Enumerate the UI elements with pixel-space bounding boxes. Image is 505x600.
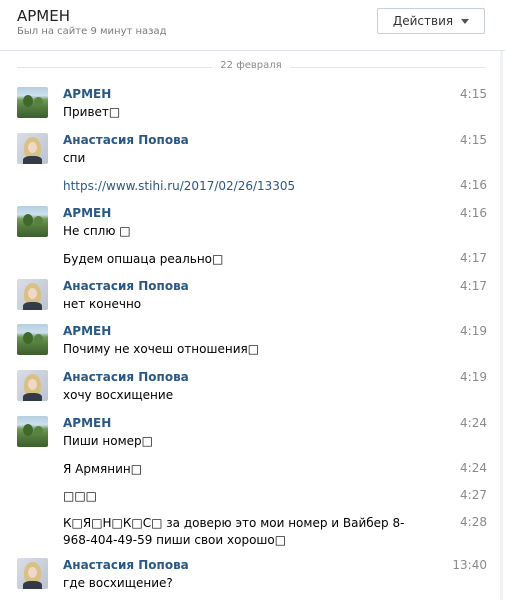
message-text: хочу восхищение: [63, 388, 174, 402]
chat-window: АРМЕН Был на сайте 9 минут назад Действи…: [0, 0, 505, 600]
message-author[interactable]: АРМЕН: [63, 416, 111, 430]
avatar[interactable]: [17, 133, 48, 164]
message-text: спи: [63, 151, 86, 165]
message-time[interactable]: 4:28: [460, 515, 487, 529]
message-author[interactable]: АРМЕН: [63, 206, 111, 220]
chat-header: АРМЕН Был на сайте 9 минут назад Действи…: [0, 0, 505, 50]
message-link[interactable]: https://www.stihi.ru/2017/02/26/13305: [63, 178, 443, 195]
avatar[interactable]: [17, 87, 48, 118]
chevron-down-icon: [461, 18, 470, 24]
message-author[interactable]: Анастасия Попова: [63, 370, 189, 384]
message-author[interactable]: Анастасия Попова: [63, 279, 189, 293]
message-time[interactable]: 4:19: [460, 370, 487, 384]
message-text: нет конечно: [63, 297, 142, 311]
separator-line: [17, 67, 212, 68]
avatar[interactable]: [17, 558, 48, 589]
message-time[interactable]: 4:19: [460, 324, 487, 338]
message-time[interactable]: 4:15: [460, 87, 487, 101]
message-text: Я Армянин□: [63, 462, 143, 476]
message-author[interactable]: Анастасия Попова: [63, 558, 189, 572]
last-seen-status: Был на сайте 9 минут назад: [17, 26, 167, 37]
separator-line: [290, 67, 485, 68]
message-time[interactable]: 4:15: [460, 133, 487, 147]
message-time[interactable]: 4:16: [460, 178, 487, 192]
avatar[interactable]: [17, 370, 48, 401]
message-time[interactable]: 4:16: [460, 206, 487, 220]
avatar[interactable]: [17, 416, 48, 447]
date-label: 22 февраля: [220, 60, 282, 71]
message-text: Не сплю □: [63, 224, 131, 238]
avatar[interactable]: [17, 206, 48, 237]
message-time[interactable]: 4:24: [460, 416, 487, 430]
message-text: Почиму не хочеш отношения□: [63, 342, 260, 356]
header-divider: [0, 50, 505, 51]
message-author[interactable]: АРМЕН: [63, 87, 111, 101]
date-separator: 22 февраля: [17, 60, 485, 74]
scrollbar[interactable]: [500, 51, 503, 600]
chat-title[interactable]: АРМЕН: [17, 7, 70, 25]
message-text: К□Я□Н□К□С□ за доверю это мои номер и Вай…: [63, 516, 405, 547]
message-text: Пиши номер□: [63, 434, 153, 448]
avatar[interactable]: [17, 324, 48, 355]
message-time[interactable]: 4:24: [460, 461, 487, 475]
message-text: Привет□: [63, 105, 121, 119]
avatar[interactable]: [17, 279, 48, 310]
message-text: где восхищение?: [63, 576, 173, 590]
message-text: □□□: [63, 489, 98, 503]
message-time[interactable]: 4:17: [460, 251, 487, 265]
message-time[interactable]: 13:40: [452, 558, 487, 572]
message-author[interactable]: Анастасия Попова: [63, 133, 189, 147]
message-text: Будем опшаца реально□: [63, 252, 224, 266]
message-time[interactable]: 4:27: [460, 488, 487, 502]
message-time[interactable]: 4:17: [460, 279, 487, 293]
actions-button[interactable]: Действия: [377, 8, 485, 34]
message-author[interactable]: АРМЕН: [63, 324, 111, 338]
actions-label: Действия: [392, 14, 454, 28]
